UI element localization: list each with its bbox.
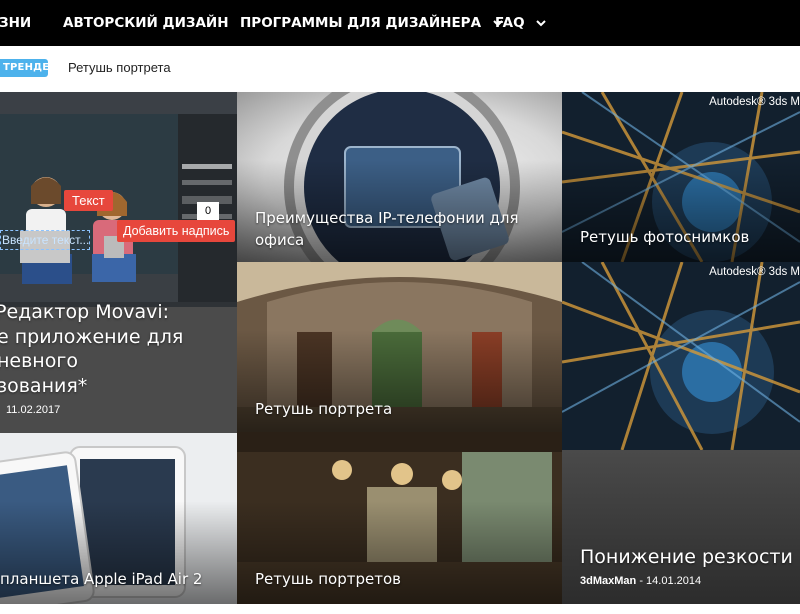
main-nav: ЗНИ АВТОРСКИЙ ДИЗАЙН ПРОГРАММЫ ДЛЯ ДИЗАЙ… <box>0 0 800 46</box>
nav-item-partial[interactable]: ЗНИ <box>0 0 31 46</box>
tile-title: Ретушь портрета <box>255 400 393 418</box>
trending-bar: ТРЕНДЕ Ретушь портрета <box>0 46 800 92</box>
text-input-placeholder: Введите текст... <box>0 230 90 250</box>
tile-ipad[interactable]: планшета Apple iPad Air 2 <box>0 433 237 604</box>
nav-item-designer-programs[interactable]: ПРОГРАММЫ ДЛЯ ДИЗАЙНЕРА <box>240 0 504 46</box>
author-name[interactable]: 3dMaxMan <box>580 575 636 587</box>
3ds-max-illustration <box>562 262 800 450</box>
tile-title: Преимущества IP-телефонии для офиса <box>255 209 519 249</box>
nav-item-author-design[interactable]: АВТОРСКИЙ ДИЗАЙН <box>63 0 229 46</box>
tile-title: Понижение резкости <box>580 546 793 568</box>
brand-label: Autodesk® 3ds M <box>709 96 800 108</box>
editor-screenshot: Текст 0 Добавить надпись Введите текст..… <box>0 92 237 307</box>
tile-retouch-photos[interactable]: Autodesk® 3ds M Ретушь фотоснимков <box>562 92 800 262</box>
tile-title: планшета Apple iPad Air 2 <box>0 570 203 588</box>
add-caption-button: Добавить надпись <box>117 220 236 242</box>
tile-title: Редактор Movavi: е приложение для невног… <box>0 301 184 397</box>
nav-item-faq[interactable]: FAQ <box>495 0 547 46</box>
text-tool-label: Текст <box>64 190 113 211</box>
tile-retouch-portrait[interactable]: Ретушь портрета <box>237 262 562 432</box>
chevron-down-icon <box>536 20 547 27</box>
tile-title: Ретушь фотоснимков <box>580 228 750 246</box>
tile-retouch-portraits[interactable]: Ретушь портретов <box>237 432 562 604</box>
tile-ip-telephony[interactable]: Преимущества IP-телефонии для офиса <box>237 92 562 262</box>
tile-title: Ретушь портретов <box>255 570 401 588</box>
tile-movavi[interactable]: Текст 0 Добавить надпись Введите текст..… <box>0 92 237 433</box>
trending-link[interactable]: Ретушь портрета <box>68 60 171 75</box>
tile-date: 14.01.2014 <box>646 575 702 587</box>
brand-label: Autodesk® 3ds M <box>709 266 800 278</box>
tile-meta: 3dMaxMan - 14.01.2014 <box>580 575 702 587</box>
tile-date: 11.02.2017 <box>6 404 61 416</box>
tile-sharpness[interactable]: Autodesk® 3ds M Понижение резкости 3dMax… <box>562 262 800 604</box>
counter-value: 0 <box>197 202 219 220</box>
trending-badge: ТРЕНДЕ <box>0 59 48 77</box>
